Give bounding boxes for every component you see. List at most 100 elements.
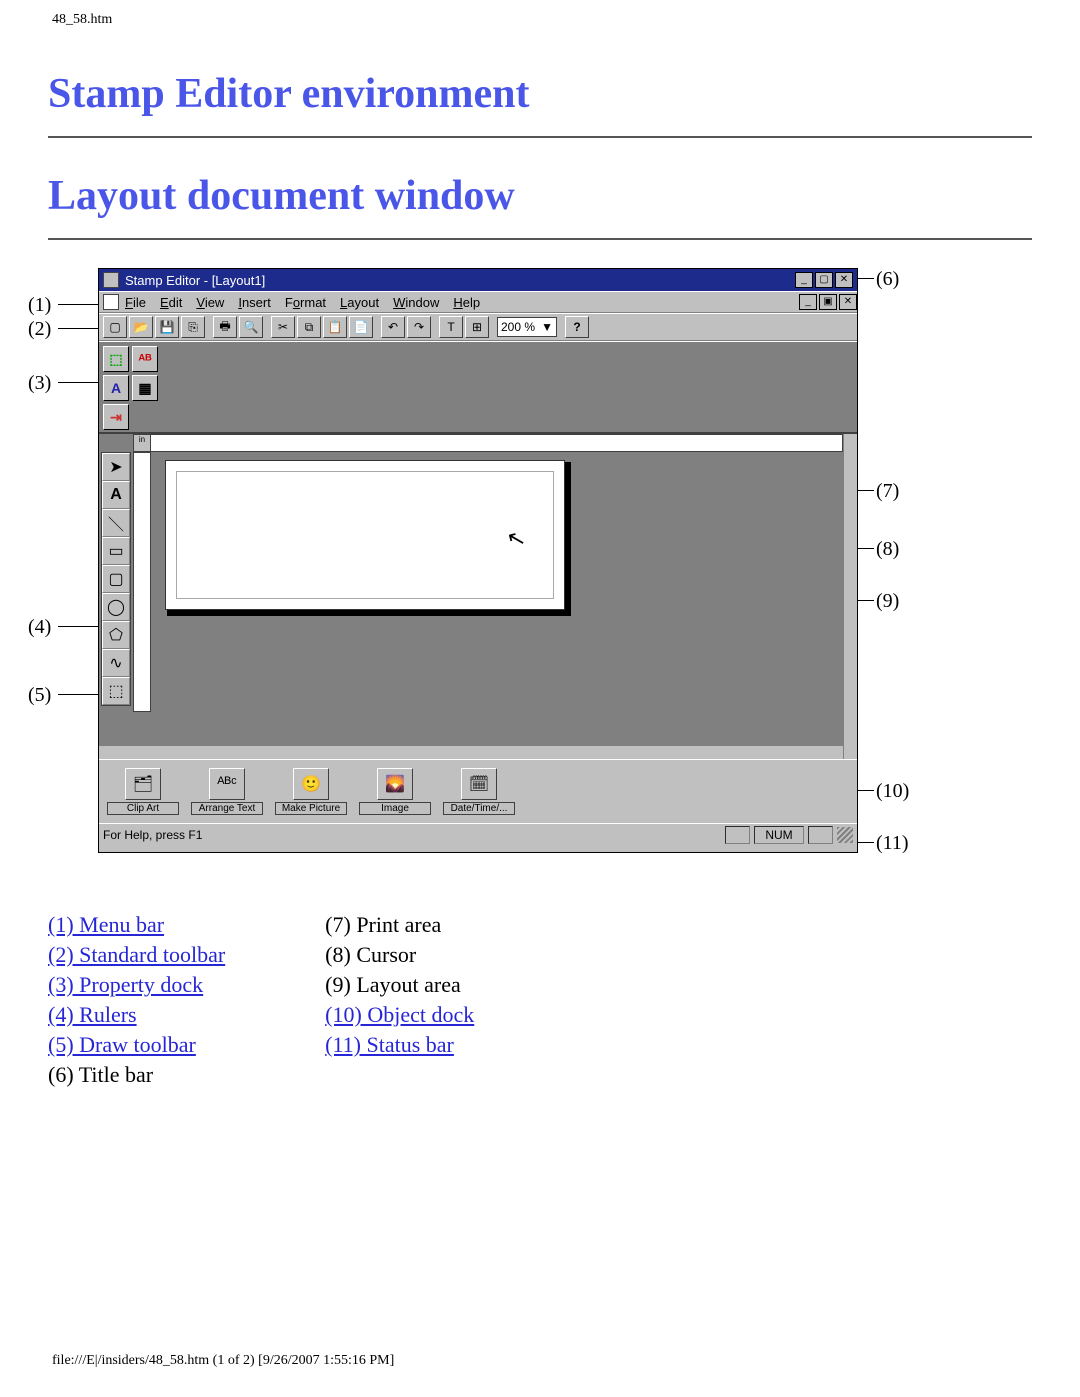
prop-btn-5[interactable]: ⇥ (103, 404, 129, 430)
draw-ellipse[interactable]: ◯ (102, 593, 130, 621)
draw-rect[interactable]: ▭ (102, 537, 130, 565)
diagram-area: (1) (2) (3) (4) (5) (6) (7) (8) (9) (10)… (28, 268, 908, 888)
help-button[interactable]: ? (565, 316, 589, 338)
menu-layout[interactable]: Layout (340, 295, 379, 310)
prop-btn-4[interactable]: ▦ (132, 375, 158, 401)
open-button[interactable]: 📂 (129, 316, 153, 338)
clipart-icon: 🗂 (125, 768, 161, 800)
paste-button[interactable]: 📋 (323, 316, 347, 338)
draw-toolbar: ➤ A ＼ ▭ ▢ ◯ ⬠ ∿ ⬚ (101, 452, 131, 706)
resize-grip[interactable] (837, 827, 853, 843)
ruler-corner: in (133, 434, 151, 452)
obj-datetime[interactable]: 🗓 Date/Time/... (443, 768, 515, 815)
preview-button[interactable]: 🔍 (239, 316, 263, 338)
close-button[interactable]: ✕ (835, 272, 853, 288)
redo-button[interactable]: ↷ (407, 316, 431, 338)
draw-curve[interactable]: ∿ (102, 649, 130, 677)
mdi-close-button[interactable]: ✕ (839, 294, 857, 310)
print-area (176, 471, 554, 599)
h1-environment: Stamp Editor environment (48, 70, 1032, 118)
legend-link[interactable]: (4) Rulers (48, 1002, 225, 1028)
cut-button[interactable]: ✂ (271, 316, 295, 338)
page-header-label: 48_58.htm (52, 12, 112, 28)
text-button[interactable]: T (439, 316, 463, 338)
minimize-button[interactable]: _ (795, 272, 813, 288)
draw-polygon[interactable]: ⬠ (102, 621, 130, 649)
app-window: Stamp Editor - [Layout1] _ ▢ ✕ File Edit… (98, 268, 858, 853)
scrollbar-horizontal[interactable] (99, 745, 843, 759)
prop-btn-3[interactable]: A (103, 375, 129, 401)
callout-4: (4) (28, 616, 51, 639)
copy-button[interactable]: ⧉ (297, 316, 321, 338)
undo-button[interactable]: ↶ (381, 316, 405, 338)
new-button[interactable]: ▢ (103, 316, 127, 338)
draw-pointer[interactable]: ➤ (102, 453, 130, 481)
app-icon (103, 272, 119, 288)
menu-edit[interactable]: Edit (160, 295, 182, 310)
menu-help[interactable]: Help (453, 295, 480, 310)
menu-insert[interactable]: Insert (238, 295, 271, 310)
callout-10: (10) (876, 780, 909, 803)
legend-text: (7) Print area (325, 912, 474, 938)
makepicture-icon: 🙂 (293, 768, 329, 800)
h1-layout: Layout document window (48, 172, 1032, 220)
legend-link[interactable]: (1) Menu bar (48, 912, 225, 938)
page-footer-label: file:///E|/insiders/48_58.htm (1 of 2) [… (52, 1353, 394, 1369)
legend: (1) Menu bar (2) Standard toolbar (3) Prop… (48, 912, 1032, 1088)
divider (48, 238, 1032, 240)
zoom-select[interactable]: 200 %▼ (497, 317, 557, 337)
status-cell-3 (808, 826, 833, 844)
legend-link[interactable]: (2) Standard toolbar (48, 942, 225, 968)
ruler-horizontal[interactable] (133, 434, 843, 452)
callout-9: (9) (876, 590, 899, 613)
ruler-vertical[interactable] (133, 452, 151, 712)
status-text: For Help, press F1 (103, 828, 721, 842)
grid-button[interactable]: ⊞ (465, 316, 489, 338)
scrollbar-vertical[interactable] (843, 434, 857, 759)
callout-5: (5) (28, 684, 51, 707)
legend-text: (6) Title bar (48, 1062, 225, 1088)
callout-6: (6) (876, 268, 899, 291)
menu-view[interactable]: View (196, 295, 224, 310)
callout-1: (1) (28, 294, 51, 317)
status-num: NUM (754, 826, 803, 844)
callout-11: (11) (876, 832, 909, 855)
image-icon: 🌄 (377, 768, 413, 800)
menu-window[interactable]: Window (393, 295, 439, 310)
prop-btn-1[interactable]: ⬚ (103, 346, 129, 372)
draw-text[interactable]: A (102, 481, 130, 509)
draw-marquee[interactable]: ⬚ (102, 677, 130, 705)
app-title: Stamp Editor - [Layout1] (125, 273, 265, 288)
callout-3: (3) (28, 372, 51, 395)
paste2-button[interactable]: 📄 (349, 316, 373, 338)
saveall-button[interactable]: ⎘ (181, 316, 205, 338)
draw-roundrect[interactable]: ▢ (102, 565, 130, 593)
obj-clipart[interactable]: 🗂 Clip Art (107, 768, 179, 815)
obj-image[interactable]: 🌄 Image (359, 768, 431, 815)
obj-makepicture[interactable]: 🙂 Make Picture (275, 768, 347, 815)
legend-link[interactable]: (10) Object dock (325, 1002, 474, 1028)
title-bar: Stamp Editor - [Layout1] _ ▢ ✕ (99, 269, 857, 291)
prop-btn-2[interactable]: ᴬᴮ (132, 346, 158, 372)
callout-8: (8) (876, 538, 899, 561)
print-button[interactable]: 🖶 (213, 316, 237, 338)
mdi-min-button[interactable]: _ (799, 294, 817, 310)
status-bar: For Help, press F1 NUM (99, 823, 857, 845)
mdi-icon[interactable] (103, 294, 119, 310)
legend-link[interactable]: (5) Draw toolbar (48, 1032, 225, 1058)
obj-arrangetext[interactable]: ᴬᴮᶜ Arrange Text (191, 768, 263, 815)
status-cell-1 (725, 826, 750, 844)
legend-link[interactable]: (3) Property dock (48, 972, 225, 998)
save-button[interactable]: 💾 (155, 316, 179, 338)
menu-format[interactable]: Format (285, 295, 326, 310)
legend-link[interactable]: (11) Status bar (325, 1032, 474, 1058)
maximize-button[interactable]: ▢ (815, 272, 833, 288)
draw-line[interactable]: ＼ (102, 509, 130, 537)
callout-7: (7) (876, 480, 899, 503)
property-dock: ⬚ ᴬᴮ A ▦ ⇥ (99, 341, 857, 433)
menu-file[interactable]: File (125, 295, 146, 310)
legend-text: (9) Layout area (325, 972, 474, 998)
menu-bar: File Edit View Insert Format Layout Wind… (99, 291, 857, 313)
legend-text: (8) Cursor (325, 942, 474, 968)
mdi-restore-button[interactable]: ▣ (819, 294, 837, 310)
